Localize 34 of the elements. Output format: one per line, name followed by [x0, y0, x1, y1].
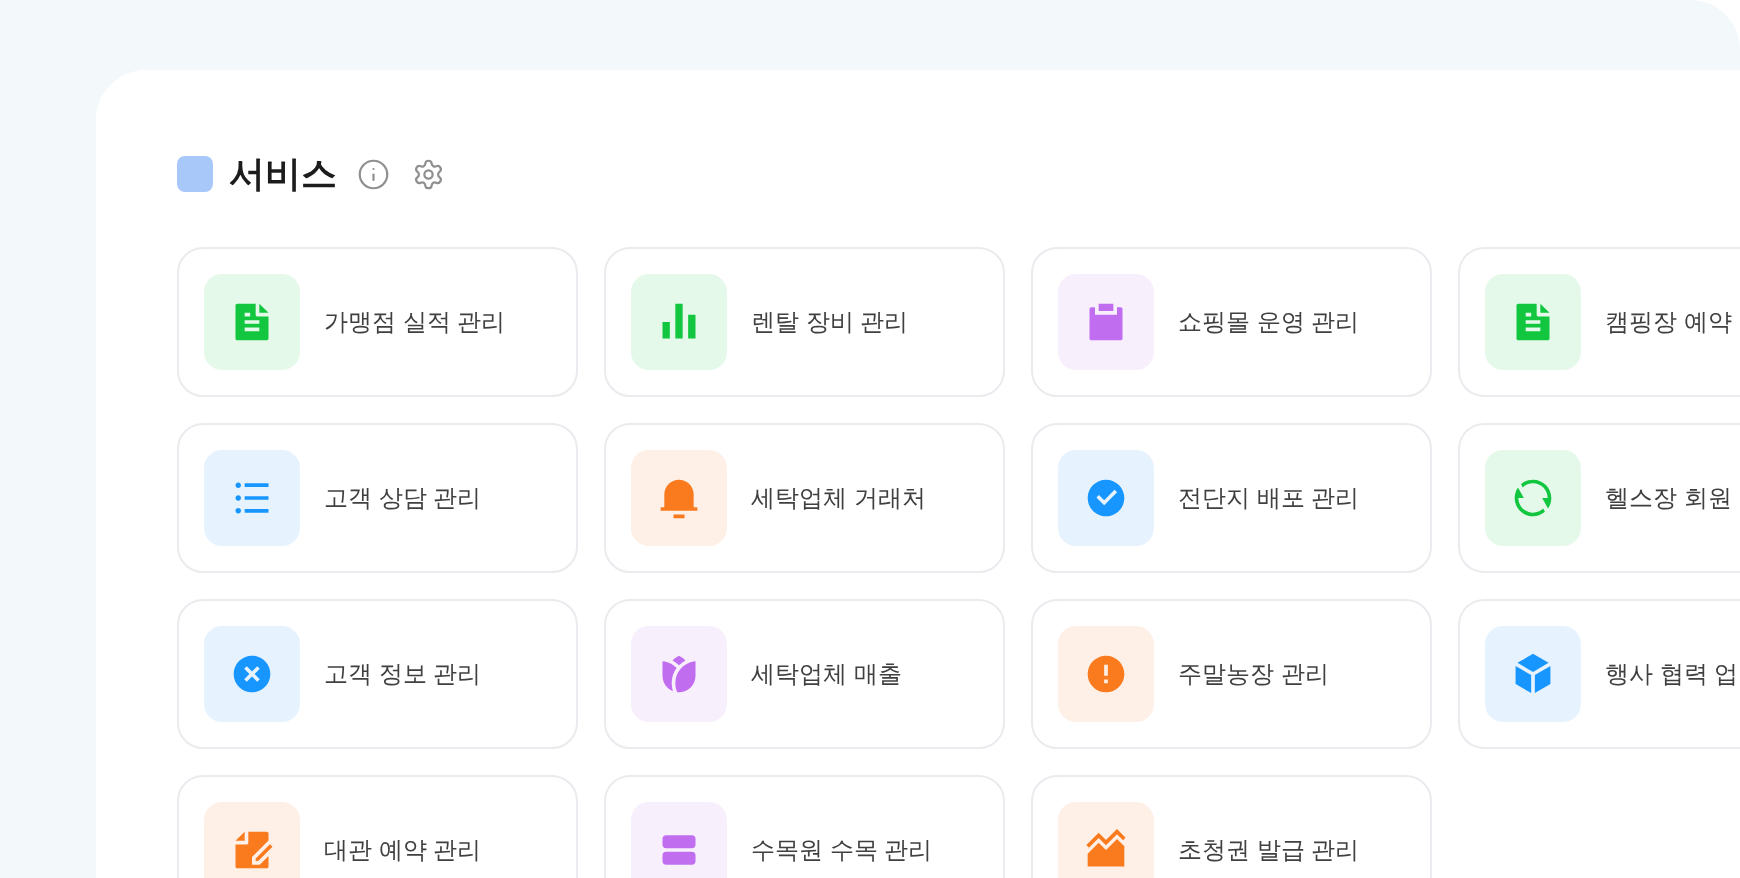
service-name: 고객 상담 관리: [324, 483, 482, 513]
service-name: 렌탈 장비 관리: [751, 307, 909, 337]
service-name: 세탁업체 매출: [751, 659, 902, 689]
service-card[interactable]: 대관 예약 관리: [177, 775, 578, 878]
service-name: 초청권 발급 관리: [1178, 835, 1360, 865]
service-card[interactable]: 전단지 배포 관리: [1031, 423, 1432, 573]
service-card[interactable]: 고객 상담 관리: [177, 423, 578, 573]
service-card[interactable]: 캠핑장 예약: [1458, 247, 1740, 397]
info-icon[interactable]: [357, 157, 390, 191]
service-card[interactable]: 행사 협력 업: [1458, 599, 1740, 749]
section-marker: [177, 156, 213, 192]
service-card[interactable]: 쇼핑몰 운영 관리: [1031, 247, 1432, 397]
service-name: 대관 예약 관리: [324, 835, 482, 865]
service-name: 주말농장 관리: [1178, 659, 1329, 689]
section-title: 서비스: [229, 156, 337, 192]
service-name: 쇼핑몰 운영 관리: [1178, 307, 1360, 337]
service-name: 고객 정보 관리: [324, 659, 482, 689]
service-name: 전단지 배포 관리: [1178, 483, 1360, 513]
service-card[interactable]: 초청권 발급 관리: [1031, 775, 1432, 878]
service-name: 헬스장 회원: [1605, 483, 1732, 513]
service-card[interactable]: 렌탈 장비 관리: [604, 247, 1005, 397]
service-name: 캠핑장 예약: [1605, 307, 1732, 337]
settings-icon[interactable]: [412, 157, 445, 191]
service-name: 행사 협력 업: [1605, 659, 1739, 689]
service-card[interactable]: 수목원 수목 관리: [604, 775, 1005, 878]
service-card[interactable]: 헬스장 회원: [1458, 423, 1740, 573]
service-card[interactable]: 세탁업체 거래처: [604, 423, 1005, 573]
service-card[interactable]: 고객 정보 관리: [177, 599, 578, 749]
service-name: 수목원 수목 관리: [751, 835, 933, 865]
service-name: 세탁업체 거래처: [751, 483, 926, 513]
service-card[interactable]: 가맹점 실적 관리: [177, 247, 578, 397]
service-name: 가맹점 실적 관리: [324, 307, 506, 337]
service-card[interactable]: 세탁업체 매출: [604, 599, 1005, 749]
service-card[interactable]: 주말농장 관리: [1031, 599, 1432, 749]
